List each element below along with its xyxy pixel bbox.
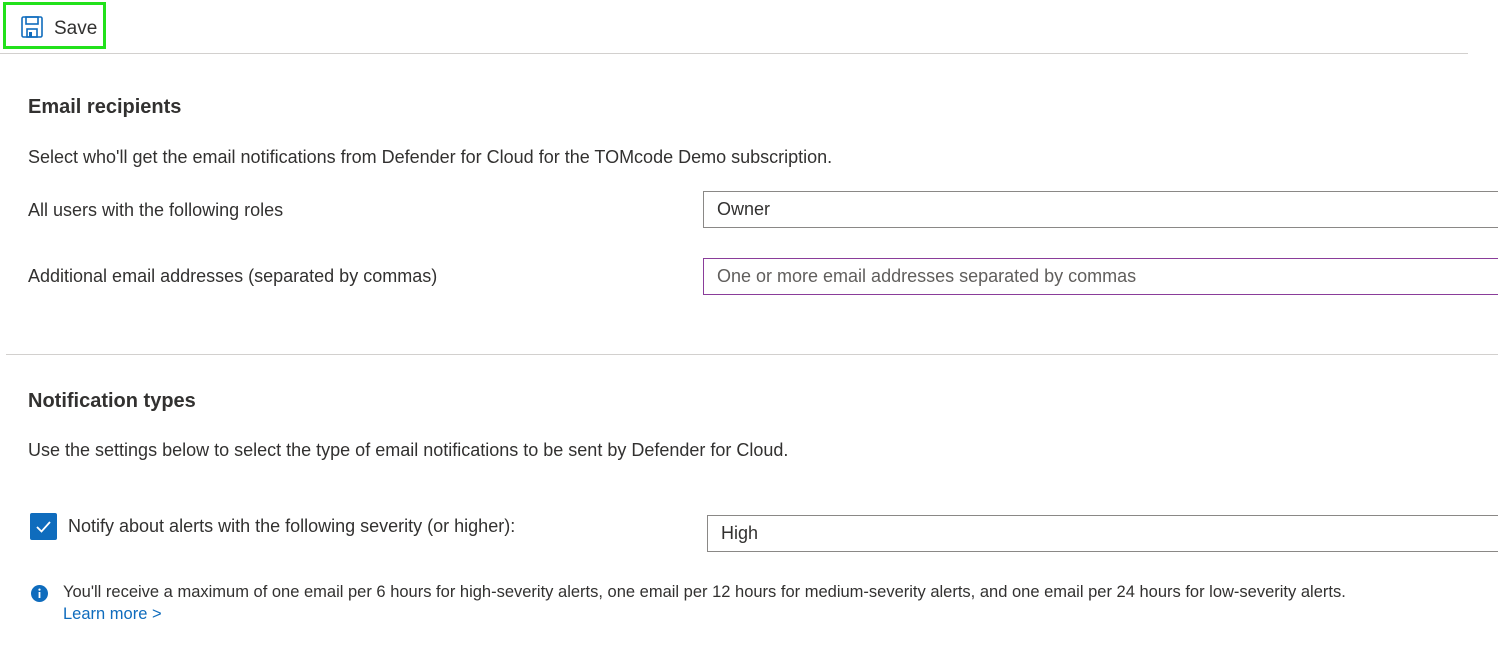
additional-emails-input[interactable]: [703, 258, 1498, 295]
severity-label: Notify about alerts with the following s…: [68, 516, 516, 536]
section-divider: [6, 354, 1498, 355]
notification-types-description: Use the settings below to select the typ…: [28, 440, 789, 460]
emails-label: Additional email addresses (separated by…: [28, 266, 438, 286]
roles-label: All users with the following roles: [28, 200, 284, 220]
notification-types-title: Notification types: [28, 390, 196, 412]
severity-dropdown[interactable]: High: [707, 515, 1498, 552]
save-icon: [21, 16, 43, 38]
save-label: Save: [54, 18, 98, 39]
learn-more-link[interactable]: Learn more >: [63, 605, 162, 624]
checkmark-icon: [36, 521, 51, 533]
email-notifications-page: Save Email recipients Select who'll get …: [0, 0, 1498, 658]
command-bar: Save: [0, 0, 1468, 54]
email-recipients-description: Select who'll get the email notification…: [28, 147, 833, 167]
info-text: You'll receive a maximum of one email pe…: [63, 583, 1346, 601]
severity-checkbox[interactable]: [30, 513, 57, 540]
save-button[interactable]: Save: [3, 2, 106, 49]
info-icon: [31, 585, 48, 602]
roles-dropdown[interactable]: Owner: [703, 191, 1498, 228]
email-recipients-title: Email recipients: [28, 96, 182, 118]
